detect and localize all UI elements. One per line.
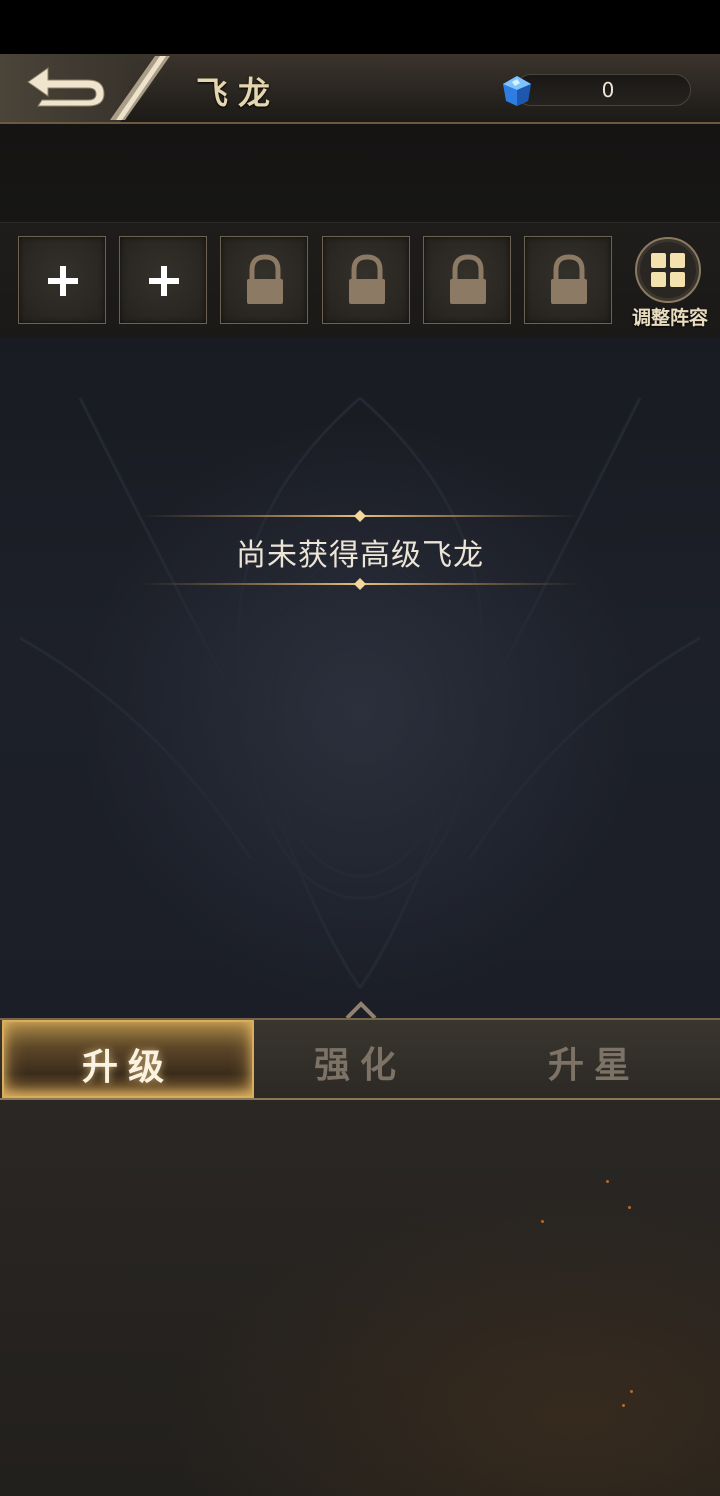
dragon-display-area: 尚未获得高级飞龙 bbox=[0, 338, 720, 1018]
tab-star-up-label: 升星 bbox=[547, 1045, 640, 1086]
back-button[interactable] bbox=[18, 60, 108, 112]
ember-particle bbox=[541, 1220, 544, 1223]
lock-icon bbox=[349, 254, 385, 304]
header-bar: 飞龙 0 bbox=[0, 54, 720, 124]
grid-icon bbox=[635, 237, 701, 303]
no-dragon-notice: 尚未获得高级飞龙 bbox=[236, 538, 484, 573]
tab-upgrade-label: 升级 bbox=[81, 1047, 174, 1088]
notice-divider-top bbox=[140, 510, 580, 522]
top-empty-band bbox=[0, 124, 720, 222]
plus-icon bbox=[48, 266, 78, 296]
back-arrow-icon bbox=[27, 67, 105, 107]
lock-icon bbox=[247, 254, 283, 304]
adjust-lineup-button[interactable] bbox=[632, 235, 704, 305]
tab-enhance[interactable]: 强化 bbox=[240, 1020, 480, 1098]
formation-bar: 调整阵容 bbox=[0, 222, 720, 339]
formation-slot-add[interactable] bbox=[18, 236, 106, 324]
currency-value: 0 bbox=[601, 78, 615, 102]
lock-icon bbox=[450, 254, 486, 304]
notice-divider-bottom bbox=[140, 578, 580, 590]
bottom-panel bbox=[0, 1100, 720, 1496]
status-bar bbox=[0, 0, 720, 54]
adjust-lineup-label: 调整阵容 bbox=[631, 307, 708, 329]
page-title: 飞龙 bbox=[196, 74, 281, 112]
plus-icon bbox=[149, 266, 179, 296]
ember-particle bbox=[606, 1180, 609, 1183]
tab-star-up[interactable]: 升星 bbox=[474, 1020, 714, 1098]
tab-enhance-label: 强化 bbox=[313, 1045, 406, 1086]
formation-slot-locked[interactable] bbox=[220, 236, 308, 324]
chevron-up-icon[interactable] bbox=[343, 1000, 379, 1020]
formation-slot-locked[interactable] bbox=[524, 236, 612, 324]
ember-particle bbox=[630, 1390, 633, 1393]
ember-particle bbox=[628, 1206, 631, 1209]
blue-gem-icon bbox=[503, 76, 531, 106]
formation-slot-locked[interactable] bbox=[322, 236, 410, 324]
tab-upgrade[interactable]: 升级 bbox=[2, 1020, 254, 1098]
ember-particle bbox=[622, 1404, 625, 1407]
background-ornament bbox=[19, 396, 701, 989]
formation-slot-locked[interactable] bbox=[423, 236, 511, 324]
tab-bar: 升级 强化 升星 bbox=[0, 1018, 720, 1100]
lock-icon bbox=[551, 254, 587, 304]
formation-slot-add[interactable] bbox=[119, 236, 207, 324]
currency-bar: 0 bbox=[515, 74, 691, 106]
header-slash-decor bbox=[110, 56, 170, 120]
